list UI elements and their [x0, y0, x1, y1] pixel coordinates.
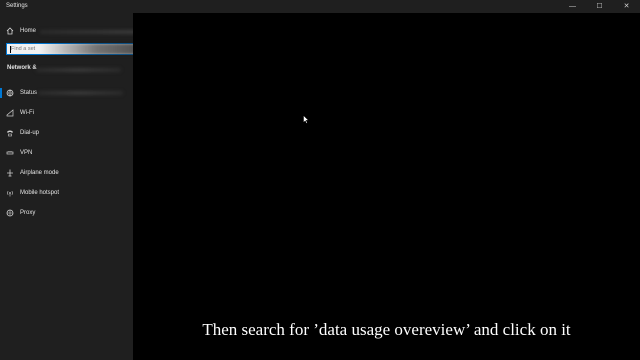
blurred-region [38, 91, 123, 95]
minimize-button[interactable]: — [559, 0, 586, 13]
home-label: Home [20, 28, 37, 34]
blurred-region [36, 68, 121, 72]
video-caption: Then search for ’data usage overeview’ a… [202, 320, 571, 339]
section-title: Network & [7, 65, 37, 71]
maximize-icon: ☐ [596, 3, 603, 10]
close-button[interactable]: ✕ [613, 0, 640, 13]
settings-content-pane [133, 13, 640, 360]
wifi-icon [6, 109, 14, 117]
window-title: Settings [6, 3, 28, 9]
text-caret [10, 46, 11, 53]
home-icon [6, 27, 14, 35]
sidebar-item-label: VPN [20, 150, 33, 156]
vpn-icon [6, 149, 14, 157]
phone-icon [6, 129, 14, 137]
sidebar-item-mobile-hotspot[interactable]: Mobile hotspot [0, 185, 133, 201]
maximize-button[interactable]: ☐ [586, 0, 613, 13]
sidebar-item-label: Status [20, 90, 38, 96]
sidebar-item-dial-up[interactable]: Dial-up [0, 125, 133, 141]
settings-sidebar: Home Network & Status Wi-Fi Di [0, 13, 220, 360]
airplane-icon [6, 169, 14, 177]
sidebar-item-label: Wi-Fi [20, 110, 34, 116]
window-controls: — ☐ ✕ [559, 0, 640, 13]
sidebar-item-label: Dial-up [20, 130, 40, 136]
hotspot-icon [6, 189, 14, 197]
sidebar-item-wifi[interactable]: Wi-Fi [0, 105, 133, 121]
sidebar-item-airplane-mode[interactable]: Airplane mode [0, 165, 133, 181]
sidebar-item-label: Airplane mode [20, 170, 59, 176]
minimize-icon: — [569, 3, 576, 10]
sidebar-item-proxy[interactable]: Proxy [0, 205, 133, 221]
title-bar: Settings — ☐ ✕ [0, 0, 640, 13]
settings-window: Settings — ☐ ✕ Home Network & [0, 0, 640, 360]
globe-icon [6, 89, 14, 97]
mouse-pointer-icon [303, 115, 309, 124]
proxy-globe-icon [6, 209, 14, 217]
sidebar-item-label: Proxy [20, 210, 36, 216]
sidebar-item-vpn[interactable]: VPN [0, 145, 133, 161]
close-icon: ✕ [623, 3, 630, 10]
sidebar-item-label: Mobile hotspot [20, 190, 60, 196]
